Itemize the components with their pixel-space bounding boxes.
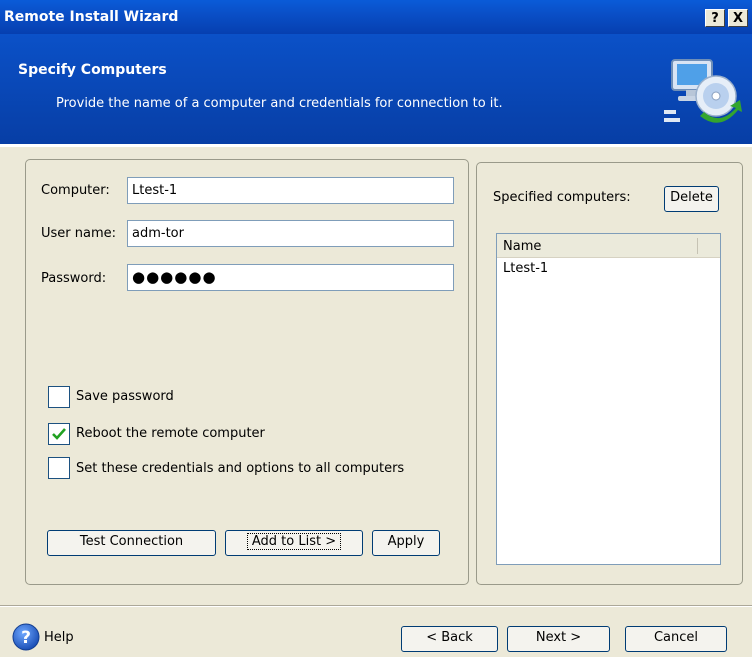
computer-disc-icon (664, 59, 742, 123)
apply-button[interactable]: Apply (372, 530, 440, 556)
list-item[interactable]: Ltest-1 (503, 261, 548, 276)
wizard-header: Specify Computers Provide the name of a … (0, 34, 752, 144)
column-divider[interactable] (697, 238, 698, 254)
next-button[interactable]: Next > (507, 626, 610, 652)
close-button[interactable]: X (728, 9, 748, 27)
help-link[interactable]: Help (44, 630, 74, 645)
save-password-checkbox[interactable] (48, 386, 70, 408)
back-button[interactable]: < Back (401, 626, 498, 652)
delete-button[interactable]: Delete (664, 186, 719, 212)
title-bar: Remote Install Wizard ? X (0, 0, 752, 34)
reboot-checkbox[interactable] (48, 423, 70, 445)
specified-computers-label: Specified computers: (493, 190, 631, 205)
save-password-label: Save password (76, 389, 174, 404)
svg-text:?: ? (21, 628, 31, 648)
footer-divider (0, 605, 752, 607)
column-name[interactable]: Name (503, 239, 541, 254)
computer-label: Computer: (41, 183, 110, 198)
page-subtitle: Provide the name of a computer and crede… (56, 96, 503, 111)
username-input[interactable]: adm-tor (127, 220, 454, 247)
reboot-label: Reboot the remote computer (76, 426, 265, 441)
password-input[interactable]: ●●●●●● (127, 264, 454, 291)
add-to-list-label: Add to List > (246, 533, 342, 550)
test-connection-button[interactable]: Test Connection (47, 530, 216, 556)
page-title: Specify Computers (18, 62, 167, 78)
list-header: Name (497, 234, 720, 258)
window-title: Remote Install Wizard (4, 9, 179, 25)
cancel-button[interactable]: Cancel (625, 626, 727, 652)
header-divider (0, 144, 752, 147)
help-title-button[interactable]: ? (705, 9, 725, 27)
password-label: Password: (41, 271, 107, 286)
checkmark-icon (52, 428, 66, 440)
apply-all-label: Set these credentials and options to all… (76, 461, 405, 476)
add-to-list-button[interactable]: Add to List > (225, 530, 363, 556)
apply-all-checkbox[interactable] (48, 457, 70, 479)
computer-input[interactable]: Ltest-1 (127, 177, 454, 204)
computers-list[interactable]: Name Ltest-1 (496, 233, 721, 565)
username-label: User name: (41, 226, 117, 241)
help-icon[interactable]: ? (12, 623, 40, 651)
list-body: Ltest-1 (497, 258, 720, 564)
